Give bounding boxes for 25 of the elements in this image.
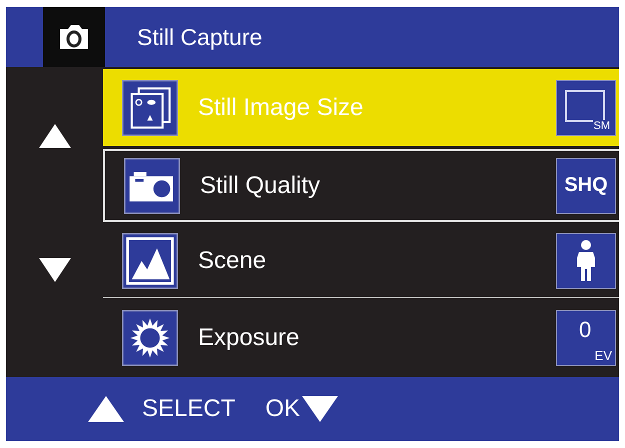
menu-label: Still Image Size [198, 94, 364, 122]
menu-item[interactable]: Exposure 0 EV [103, 301, 619, 374]
up-arrow-icon[interactable] [38, 122, 72, 150]
down-arrow-icon[interactable] [38, 256, 72, 284]
camera-tab[interactable] [43, 7, 105, 67]
camera-icon [122, 158, 182, 214]
camera-icon [57, 23, 91, 51]
menu-item[interactable]: Still Image Size SM [103, 69, 619, 146]
menu-title: Still Capture [137, 24, 262, 50]
menu-label: Exposure [198, 324, 300, 352]
setting-value: 0 EV [556, 310, 616, 366]
menu-item[interactable]: Scene [103, 225, 619, 298]
up-triangle-icon [86, 394, 126, 424]
setting-value: SHQ [556, 158, 616, 214]
menu-label: Still Quality [200, 172, 322, 200]
sun-icon [120, 310, 180, 366]
pictures-icon [120, 80, 180, 136]
menu-item[interactable]: Still Quality SHQ [103, 149, 619, 222]
mountain-icon [120, 233, 180, 289]
person-icon [556, 233, 616, 289]
setting-value: SM [556, 80, 616, 136]
menu-label: Scene [198, 247, 268, 275]
ok-label: OK [265, 395, 300, 423]
select-label: SELECT [142, 395, 236, 423]
down-triangle-icon [300, 394, 340, 424]
